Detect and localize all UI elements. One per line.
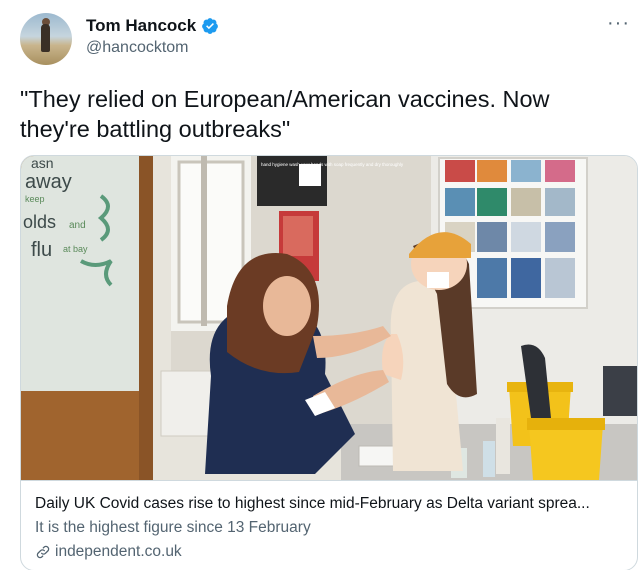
card-meta: Daily UK Covid cases rise to highest sin… (21, 480, 637, 561)
card-domain[interactable]: independent.co.uk (35, 543, 625, 561)
author-name[interactable]: Tom Hancock (86, 16, 196, 36)
author-handle[interactable]: @hancocktom (86, 39, 189, 57)
article-image[interactable]: asn away keep olds and flu at bay hand h… (21, 156, 638, 480)
more-options-icon[interactable]: ··· (607, 12, 630, 35)
poster-text-2: away (25, 171, 72, 193)
avatar[interactable] (20, 13, 72, 65)
poster-text-5: and (69, 220, 86, 231)
poster-text-6: flu (31, 239, 52, 261)
link-preview-card[interactable]: asn away keep olds and flu at bay hand h… (20, 155, 638, 570)
link-icon (36, 545, 50, 559)
poster-text-7: at bay (63, 244, 88, 254)
avatar-figure (41, 24, 50, 52)
poster-text-3: keep (25, 194, 45, 204)
tweet-text: "They relied on European/American vaccin… (20, 86, 550, 142)
verified-badge-icon (202, 18, 219, 34)
poster-text-4: olds (23, 212, 56, 232)
author-name-row: Tom Hancock (86, 16, 219, 36)
card-title[interactable]: Daily UK Covid cases rise to highest sin… (35, 495, 625, 513)
poster-text-1: asn (31, 156, 54, 171)
card-domain-text[interactable]: independent.co.uk (55, 543, 182, 561)
card-description: It is the highest figure since 13 Februa… (35, 519, 311, 536)
notice-text: hand hygiene wash your hands with soap f… (261, 162, 404, 167)
